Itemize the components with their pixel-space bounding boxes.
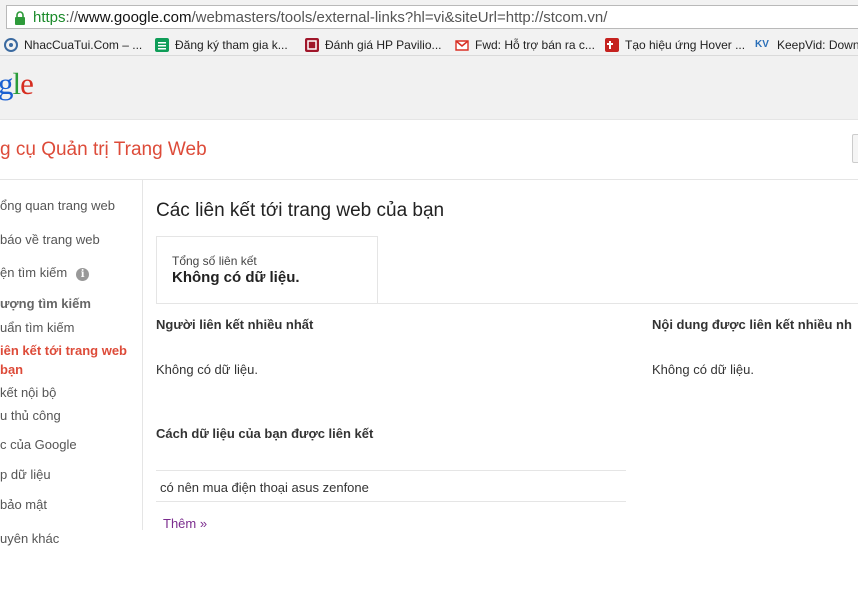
sidebar-item-internal-links[interactable]: kết nội bộ	[0, 385, 56, 400]
top-content-nodata: Không có dữ liệu.	[652, 362, 754, 377]
url-path: /webmasters/tools/external-links?hl=vi&s…	[191, 9, 608, 26]
logo-letter-l: l	[12, 66, 22, 101]
sidebar-item-other-resources[interactable]: uyên khác	[0, 531, 59, 546]
bookmark-label: NhacCuaTui.Com – ...	[24, 38, 143, 52]
sidebar-item-overview[interactable]: ổng quan trang web	[0, 198, 115, 213]
gmail-icon	[455, 38, 469, 52]
total-links-card: Tổng số liên kết Không có dữ liệu.	[156, 236, 378, 303]
bookmark-label: Tạo hiệu ứng Hover ...	[625, 38, 746, 52]
sidebar-item-search-queries[interactable]: uẩn tìm kiếm	[0, 320, 74, 335]
total-links-value: Không có dữ liệu.	[172, 269, 300, 286]
bookmark-dang-ky[interactable]: Đăng ký tham gia k...	[155, 37, 288, 53]
sheets-icon	[155, 38, 169, 52]
top-content-title: Nội dung được liên kết nhiều nh	[652, 317, 852, 332]
bookmark-label: Fwd: Hỗ trợ bán ra c...	[475, 38, 595, 52]
logo-letter-g: g	[0, 66, 13, 101]
url-scheme: https	[33, 9, 66, 26]
how-linked-title: Cách dữ liệu của bạn được liên kết	[156, 426, 374, 441]
sidebar-item-manual-actions[interactable]: u thủ công	[0, 408, 61, 423]
review-icon	[305, 38, 319, 52]
url-host: www.google.com	[78, 9, 192, 26]
info-icon[interactable]: i	[76, 268, 90, 281]
page-title: Các liên kết tới trang web của bạn	[156, 200, 445, 221]
bookmarks-bar: NhacCuaTui.Com – ... Đăng ký tham gia k.…	[0, 34, 858, 56]
divider	[156, 501, 626, 502]
url-text[interactable]: https://www.google.com/webmasters/tools/…	[33, 9, 607, 26]
product-title-bar: g cụ Quản trị Trang Web	[0, 120, 858, 180]
divider	[156, 303, 858, 304]
lock-icon	[14, 11, 26, 30]
address-bar-area: https://www.google.com/webmasters/tools/…	[0, 0, 858, 34]
sidebar-item-security-issues[interactable]: bảo mật	[0, 497, 47, 512]
sidebar-item-search-traffic[interactable]: ượng tìm kiếm	[0, 296, 91, 311]
nhaccuatui-icon	[4, 38, 18, 52]
top-linkers-title: Người liên kết nhiều nhất	[156, 317, 314, 332]
address-field[interactable]: https://www.google.com/webmasters/tools/…	[6, 5, 858, 29]
more-link[interactable]: Thêm »	[163, 516, 207, 531]
bookmark-fwd[interactable]: Fwd: Hỗ trợ bán ra c...	[455, 37, 595, 53]
bookmark-keepvid[interactable]: KV KeepVid: Downl	[755, 37, 858, 53]
bookmark-label: Đánh giá HP Pavilio...	[325, 38, 442, 52]
divider	[156, 470, 626, 471]
sidebar-item-site-messages[interactable]: báo về trang web	[0, 232, 100, 247]
sidebar: ổng quan trang web báo về trang web ện t…	[0, 180, 143, 546]
sidebar-item-links-to-your-site-cont[interactable]: bạn	[0, 362, 23, 377]
bookmark-danh-gia[interactable]: Đánh giá HP Pavilio...	[305, 37, 442, 53]
sidebar-item-links-to-your-site[interactable]: iên kết tới trang web	[0, 343, 127, 358]
bookmark-label: KeepVid: Downl	[777, 38, 858, 52]
sidebar-item-search-appearance[interactable]: ện tìm kiếm i	[0, 265, 90, 281]
keepvid-icon: KV	[755, 39, 769, 50]
google-header: gle	[0, 56, 858, 120]
logo-letter-e: e	[20, 66, 34, 101]
bookmark-nhaccuatui[interactable]: NhacCuaTui.Com – ...	[4, 37, 142, 53]
google-logo[interactable]: gle	[0, 66, 34, 102]
total-links-label: Tổng số liên kết	[172, 254, 257, 268]
tao-icon	[605, 38, 619, 52]
bookmark-tao-hieu-ung[interactable]: Tạo hiệu ứng Hover ...	[605, 37, 745, 53]
sidebar-item-crawl[interactable]: p dữ liệu	[0, 467, 51, 482]
site-selector-button[interactable]	[852, 134, 858, 163]
url-separator: ://	[65, 9, 79, 26]
table-row[interactable]: có nên mua điện thoại asus zenfone	[160, 480, 369, 495]
top-linkers-nodata: Không có dữ liệu.	[156, 362, 258, 377]
product-title[interactable]: g cụ Quản trị Trang Web	[0, 139, 207, 161]
sidebar-item-label: ện tìm kiếm	[0, 265, 68, 280]
sidebar-item-google-index[interactable]: c của Google	[0, 437, 77, 452]
bookmark-label: Đăng ký tham gia k...	[175, 38, 288, 52]
